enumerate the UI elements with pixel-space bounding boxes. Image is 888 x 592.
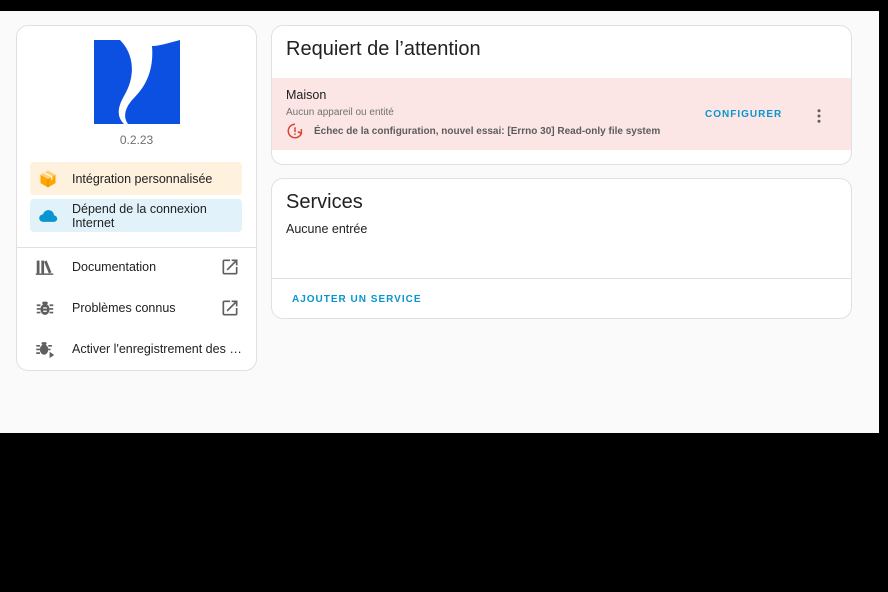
configure-button[interactable]: CONFIGURER <box>699 105 788 124</box>
enable-debug-logging-link[interactable]: Activer l'enregistrement des journaux de… <box>17 330 256 368</box>
known-issues-label: Problèmes connus <box>72 301 176 315</box>
services-title: Services <box>286 191 363 213</box>
bug-icon <box>36 301 54 315</box>
bug-play-icon <box>36 342 55 359</box>
documentation-label: Documentation <box>72 260 157 274</box>
add-service-button[interactable]: AJOUTER UN SERVICE <box>286 290 428 309</box>
custom-integration-label: Intégration personnalisée <box>72 171 213 186</box>
books-icon <box>35 260 54 275</box>
integration-version: 0.2.23 <box>119 133 154 147</box>
open-in-new-icon <box>222 300 238 316</box>
cloud-icon <box>39 209 58 222</box>
services-card: Services Aucune entrée AJOUTER UN SERVIC… <box>271 178 852 319</box>
dots-vertical-icon <box>817 109 821 123</box>
custom-integration-chip: Intégration personnalisée <box>30 162 242 195</box>
cloud-dependency-label: Dépend de la connexion Internet <box>72 201 207 230</box>
attention-card: Requiert de l’attention Maison Aucun app… <box>271 25 852 165</box>
entry-error-text: Échec de la configuration, nouvel essai:… <box>314 125 661 137</box>
package-icon <box>40 170 56 187</box>
alert-circle-refresh-icon <box>287 123 303 139</box>
viewport: 0.2.23 Intégration personnalisée Dépend … <box>0 11 879 433</box>
known-issues-link[interactable]: Problèmes connus <box>17 289 256 327</box>
entry-subtitle: Aucun appareil ou entité <box>286 107 394 118</box>
entry-error-message: Échec de la configuration, nouvel essai:… <box>286 122 660 140</box>
integration-logo <box>94 40 180 124</box>
integration-info-card: 0.2.23 Intégration personnalisée Dépend … <box>16 25 257 371</box>
entry-name: Maison <box>286 88 327 102</box>
cloud-dependency-chip: Dépend de la connexion Internet <box>30 199 242 232</box>
services-empty-text: Aucune entrée <box>286 222 368 236</box>
documentation-link[interactable]: Documentation <box>17 248 256 286</box>
open-in-new-icon <box>222 259 238 275</box>
config-entry-row: Maison Aucun appareil ou entité Échec de… <box>272 78 851 150</box>
attention-title: Requiert de l’attention <box>286 38 481 60</box>
divider <box>272 278 851 279</box>
enable-debug-logging-label: Activer l'enregistrement des journaux de… <box>72 342 242 356</box>
overflow-menu-button[interactable] <box>807 104 831 128</box>
